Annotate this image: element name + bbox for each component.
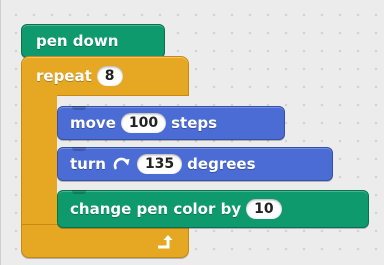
turn-degrees-input[interactable]: 135 <box>136 154 183 174</box>
degrees-label: degrees <box>187 155 256 173</box>
rotate-clockwise-icon <box>113 157 130 170</box>
pen-down-label: pen down <box>36 32 119 50</box>
change-pen-color-label: change pen color by <box>70 200 242 218</box>
loop-arrow-icon <box>158 235 173 249</box>
repeat-label: repeat <box>36 67 92 85</box>
move-label: move <box>70 114 116 132</box>
turn-label: turn <box>70 155 106 173</box>
move-block[interactable]: move 100 steps <box>57 106 285 140</box>
scripts-area[interactable]: pen down repeat 8 move 100 steps turn 13… <box>0 0 384 265</box>
repeat-header[interactable]: repeat 8 <box>21 56 189 96</box>
turn-notch <box>72 147 86 151</box>
change-pen-color-block[interactable]: change pen color by 10 <box>57 190 369 228</box>
turn-block[interactable]: turn 135 degrees <box>57 147 333 181</box>
move-steps-input[interactable]: 100 <box>120 113 167 133</box>
pen-down-block[interactable]: pen down <box>21 24 165 58</box>
repeat-arm <box>21 95 57 225</box>
steps-label: steps <box>171 114 218 132</box>
move-notch <box>72 106 86 110</box>
pen-color-value-input[interactable]: 10 <box>246 199 282 219</box>
repeat-footer <box>21 224 189 258</box>
change-pen-color-notch <box>72 190 86 194</box>
repeat-count-input[interactable]: 8 <box>96 66 123 86</box>
